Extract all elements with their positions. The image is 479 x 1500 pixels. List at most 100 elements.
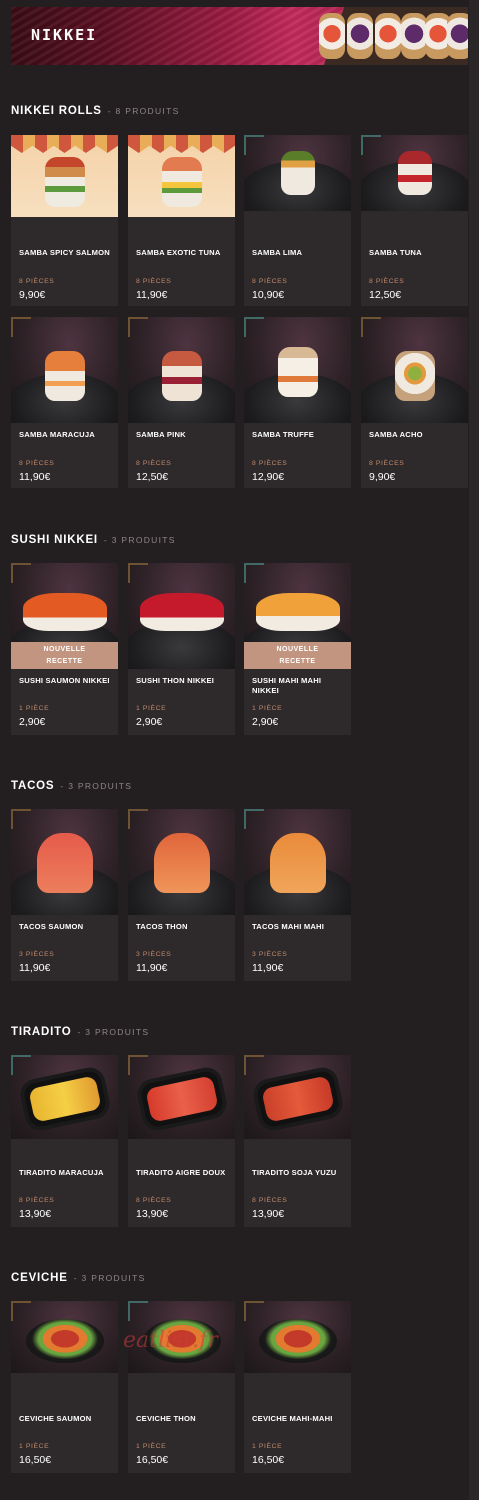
new-recipe-badge: NOUVELLE RECETTE [11, 642, 118, 669]
product-card[interactable]: SAMBA LIMA 8 PIÈCES 10,90€ [244, 135, 351, 306]
product-quantity: 8 PIÈCES [252, 278, 288, 285]
banner-sushi-image [347, 13, 373, 59]
product-price: 9,90€ [369, 471, 396, 483]
product-price: 13,90€ [19, 1208, 52, 1220]
product-image [11, 1301, 118, 1373]
product-quantity: 1 PIÈCE [19, 1443, 50, 1450]
product-price: 9,90€ [19, 289, 46, 301]
product-name: SAMBA TUNA [369, 248, 422, 257]
product-price: 16,50€ [136, 1454, 169, 1466]
product-card[interactable]: TIRADITO MARACUJA 8 PIÈCES 13,90€ [11, 1055, 118, 1227]
product-card[interactable]: CEVICHE THON 1 PIÈCE 16,50€ [128, 1301, 235, 1473]
product-price: 12,50€ [136, 471, 169, 483]
section-header-sushi-nikkei: SUSHI NIKKEI 3 PRODUITS [11, 534, 176, 546]
product-name: TACOS THON [136, 922, 188, 931]
product-card[interactable]: SAMBA ACHO 8 PIÈCES 9,90€ [361, 317, 468, 488]
product-quantity: 1 PIÈCE [136, 705, 167, 712]
product-quantity: 1 PIÈCE [252, 1443, 283, 1450]
product-price: 11,90€ [136, 962, 168, 974]
product-price: 13,90€ [136, 1208, 169, 1220]
banner-sushi-image [447, 13, 468, 59]
product-quantity: 8 PIÈCES [369, 278, 405, 285]
product-image [11, 317, 118, 423]
banner-title: NIKKEI [31, 26, 98, 44]
product-name: SUSHI SAUMON NIKKEI [19, 676, 110, 685]
product-image [11, 1055, 118, 1139]
product-image [244, 317, 351, 423]
section-title: TIRADITO [11, 1026, 72, 1038]
product-price: 2,90€ [252, 716, 279, 728]
product-price: 2,90€ [136, 716, 163, 728]
product-image [244, 809, 351, 915]
product-card[interactable]: TIRADITO SOJA YUZU 8 PIÈCES 13,90€ [244, 1055, 351, 1227]
section-product-count: 3 PRODUITS [104, 535, 176, 545]
product-card[interactable]: TACOS SAUMON 3 PIÈCES 11,90€ [11, 809, 118, 981]
product-quantity: 8 PIÈCES [19, 460, 55, 467]
product-image [128, 1055, 235, 1139]
product-name: SAMBA EXOTIC TUNA [136, 248, 221, 257]
product-image [11, 135, 118, 217]
product-image [244, 135, 351, 211]
product-card[interactable]: CEVICHE SAUMON 1 PIÈCE 16,50€ [11, 1301, 118, 1473]
product-price: 11,90€ [19, 962, 51, 974]
product-card[interactable]: NOUVELLE RECETTE SUSHI MAHI MAHI NIKKEI … [244, 563, 351, 735]
product-price: 10,90€ [252, 289, 285, 301]
product-price: 2,90€ [19, 716, 46, 728]
product-image [128, 563, 235, 669]
product-image [361, 135, 468, 211]
product-image [11, 809, 118, 915]
product-price: 11,90€ [252, 962, 284, 974]
product-quantity: 8 PIÈCES [136, 278, 172, 285]
product-quantity: 8 PIÈCES [252, 1197, 288, 1204]
product-name: SAMBA TRUFFE [252, 430, 315, 439]
product-price: 11,90€ [19, 471, 51, 483]
product-card[interactable]: SAMBA MARACUJA 8 PIÈCES 11,90€ [11, 317, 118, 488]
product-name: SUSHI MAHI MAHI NIKKEI [252, 676, 322, 695]
section-header-ceviche: CEVICHE 3 PRODUITS [11, 1272, 146, 1284]
product-quantity: 3 PIÈCES [19, 951, 55, 958]
product-card[interactable]: TACOS MAHI MAHI 3 PIÈCES 11,90€ [244, 809, 351, 981]
product-name: CEVICHE THON [136, 1414, 196, 1423]
product-price: 12,50€ [369, 289, 402, 301]
product-image [128, 135, 235, 217]
product-card[interactable]: TACOS THON 3 PIÈCES 11,90€ [128, 809, 235, 981]
section-product-count: 8 PRODUITS [108, 106, 180, 116]
product-image [244, 1301, 351, 1373]
new-recipe-badge: NOUVELLE RECETTE [244, 642, 351, 669]
product-card[interactable]: SUSHI THON NIKKEI 1 PIÈCE 2,90€ [128, 563, 235, 735]
product-quantity: 1 PIÈCE [136, 1443, 167, 1450]
product-quantity: 8 PIÈCES [252, 460, 288, 467]
banner-sushi-image [375, 13, 401, 59]
product-card[interactable]: TIRADITO AIGRE DOUX 8 PIÈCES 13,90€ [128, 1055, 235, 1227]
product-quantity: 8 PIÈCES [136, 1197, 172, 1204]
product-quantity: 3 PIÈCES [252, 951, 288, 958]
product-card[interactable]: SAMBA SPICY SALMON 8 PIÈCES 9,90€ [11, 135, 118, 306]
product-card[interactable]: NOUVELLE RECETTE SUSHI SAUMON NIKKEI 1 P… [11, 563, 118, 735]
product-card[interactable]: CEVICHE MAHI-MAHI 1 PIÈCE 16,50€ [244, 1301, 351, 1473]
product-name: CEVICHE MAHI-MAHI [252, 1414, 333, 1423]
product-image [128, 317, 235, 423]
product-quantity: 8 PIÈCES [136, 460, 172, 467]
product-card[interactable]: SAMBA PINK 8 PIÈCES 12,50€ [128, 317, 235, 488]
product-quantity: 8 PIÈCES [369, 460, 405, 467]
watermark-text: eatlist.fr [123, 1328, 218, 1353]
section-header-tiradito: TIRADITO 3 PRODUITS [11, 1026, 149, 1038]
product-card[interactable]: SAMBA TRUFFE 8 PIÈCES 12,90€ [244, 317, 351, 488]
banner-sushi-image [401, 13, 427, 59]
product-card[interactable]: SAMBA EXOTIC TUNA 8 PIÈCES 11,90€ [128, 135, 235, 306]
product-name: SAMBA PINK [136, 430, 186, 439]
section-product-count: 3 PRODUITS [74, 1273, 146, 1283]
product-name: SAMBA ACHO [369, 430, 423, 439]
section-title: CEVICHE [11, 1272, 68, 1284]
product-price: 16,50€ [19, 1454, 52, 1466]
product-card[interactable]: SAMBA TUNA 8 PIÈCES 12,50€ [361, 135, 468, 306]
product-name: SAMBA LIMA [252, 248, 303, 257]
category-banner: NIKKEI [11, 7, 468, 65]
product-quantity: 3 PIÈCES [136, 951, 172, 958]
product-name: TIRADITO MARACUJA [19, 1168, 104, 1177]
section-header-nikkei-rolls: NIKKEI ROLLS 8 PRODUITS [11, 105, 180, 117]
product-price: 16,50€ [252, 1454, 285, 1466]
product-name: TACOS MAHI MAHI [252, 922, 325, 931]
page-scroll-edge [469, 0, 479, 1500]
section-header-tacos: TACOS 3 PRODUITS [11, 780, 132, 792]
